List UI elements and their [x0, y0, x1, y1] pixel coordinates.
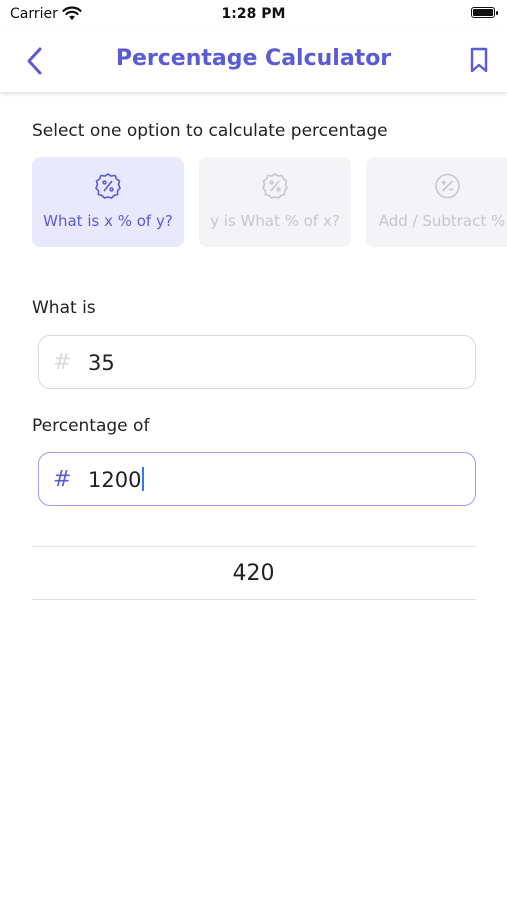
- percentage-of-label: Percentage of: [32, 416, 150, 436]
- option-what-is-x-percent-of-y[interactable]: What is x % of y?: [32, 157, 184, 247]
- option-prompt: Select one option to calculate percentag…: [32, 121, 388, 141]
- percentage-of-value: 1200: [88, 468, 142, 492]
- percentage-of-value-wrap: 1200: [88, 467, 145, 493]
- option-add-subtract-percent[interactable]: Add / Subtract %: [366, 157, 507, 247]
- plus-minus-percent-icon: [435, 173, 460, 199]
- option-y-is-what-percent-of-x[interactable]: y is What % of x?: [199, 157, 351, 247]
- hash-icon: #: [53, 467, 72, 492]
- percent-badge-icon: [262, 173, 288, 199]
- what-is-value: 35: [88, 351, 115, 375]
- percent-badge-icon: [95, 173, 121, 199]
- divider: [32, 599, 476, 600]
- hash-icon: #: [53, 350, 72, 375]
- option-label: Add / Subtract %: [378, 212, 506, 230]
- result-value: 420: [232, 561, 275, 586]
- option-label: What is x % of y?: [43, 212, 173, 230]
- bookmark-icon[interactable]: [467, 46, 491, 74]
- navigation-bar: Percentage Calculator: [0, 30, 507, 92]
- status-time: 1:28 PM: [221, 6, 286, 22]
- percentage-of-input[interactable]: # 1200: [38, 452, 476, 506]
- text-caret: [142, 467, 145, 491]
- page-title: Percentage Calculator: [115, 46, 392, 71]
- status-bar: Carrier 1:28 PM: [0, 0, 507, 28]
- what-is-label: What is: [32, 298, 96, 318]
- divider: [32, 546, 476, 547]
- what-is-input[interactable]: # 35: [38, 335, 476, 389]
- option-label: y is What % of x?: [210, 212, 340, 230]
- battery-icon: [471, 7, 498, 18]
